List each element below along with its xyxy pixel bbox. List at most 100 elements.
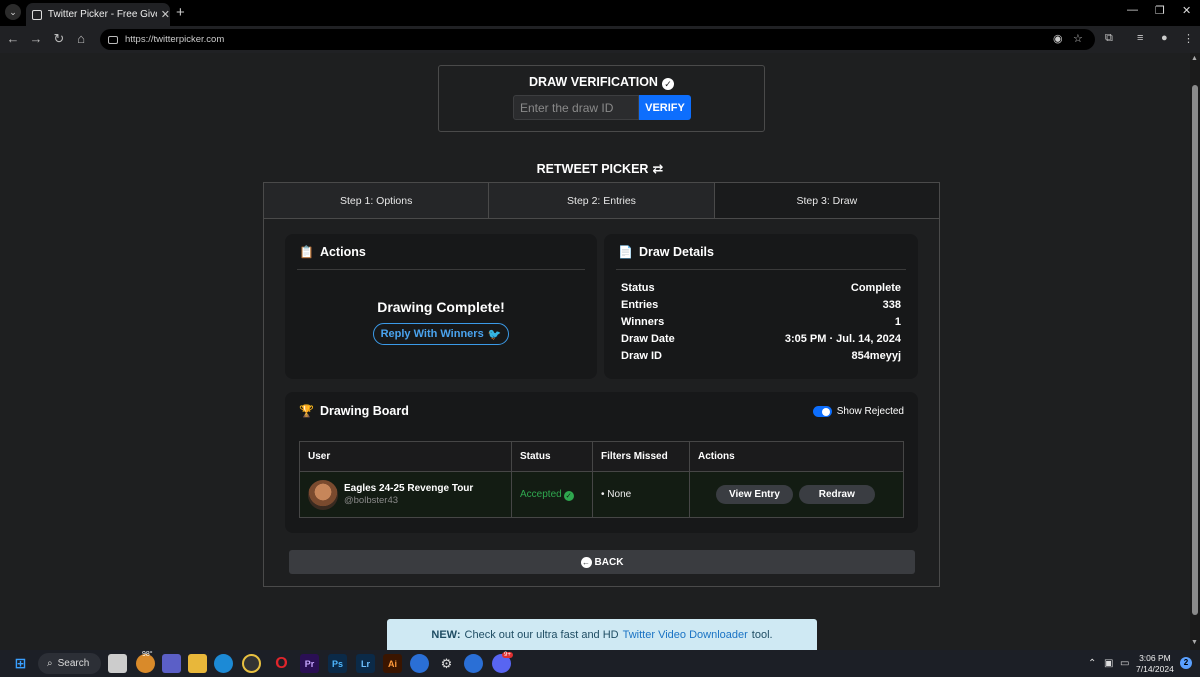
back-label: BACK	[594, 556, 624, 568]
site-info-icon[interactable]	[108, 35, 118, 44]
minimize-icon[interactable]: —	[1127, 4, 1138, 16]
profile-avatar-icon[interactable]: ●	[1161, 32, 1168, 44]
tab-step-entries[interactable]: Step 2: Entries	[489, 183, 715, 218]
actions-card: 📋 Actions Drawing Complete! Reply With W…	[285, 234, 597, 379]
back-button[interactable]: ← BACK	[289, 550, 915, 574]
reading-list-icon[interactable]: ≡	[1137, 32, 1143, 44]
step-tabs: Step 1: Options Step 2: Entries Step 3: …	[264, 183, 939, 219]
view-entry-button[interactable]: View Entry	[716, 485, 793, 504]
draw-verification-panel: DRAW VERIFICATION✓ VERIFY	[438, 65, 765, 132]
lightroom-icon[interactable]: Lr	[356, 654, 375, 673]
extensions-icon[interactable]: ⧉	[1105, 32, 1113, 45]
clock-time: 3:06 PM	[1139, 653, 1171, 663]
tray-icon[interactable]: ▣	[1104, 658, 1113, 669]
photoshop-icon[interactable]: Ps	[328, 654, 347, 673]
table-header-row: User Status Filters Missed Actions	[299, 441, 904, 472]
reply-with-winners-button[interactable]: Reply With Winners 🐦	[373, 323, 509, 345]
tab-search-icon[interactable]: ⌄	[5, 4, 21, 20]
retweet-picker-panel: Step 1: Options Step 2: Entries Step 3: …	[263, 182, 940, 587]
redraw-button[interactable]: Redraw	[798, 485, 875, 504]
draw-details-title-text: Draw Details	[638, 245, 714, 259]
clipboard-list-icon: 📄	[618, 245, 633, 259]
show-rejected-toggle[interactable]	[812, 406, 832, 417]
draw-id-input[interactable]	[513, 95, 639, 120]
app-icon[interactable]	[464, 654, 483, 673]
column-header-user: User	[299, 441, 512, 472]
browser-tab[interactable]: Twitter Picker - Free Giveaway I ✕	[26, 3, 170, 26]
new-tab-icon[interactable]: +	[176, 4, 185, 21]
winner-name: Eagles 24-25 Revenge Tour	[344, 483, 474, 494]
windows-start-icon[interactable]: ⊞	[11, 654, 30, 673]
divider	[616, 269, 906, 270]
detail-value: 854meyyj	[851, 350, 901, 362]
tab-step-draw[interactable]: Step 3: Draw	[714, 183, 939, 218]
file-explorer-icon[interactable]	[188, 654, 207, 673]
clock-date: 7/14/2024	[1136, 664, 1174, 674]
actions-title-text: Actions	[319, 245, 366, 259]
detail-row-draw-id: Draw ID 854meyyj	[621, 350, 901, 366]
premiere-icon[interactable]: Pr	[300, 654, 319, 673]
url-text: https://twitterpicker.com	[125, 34, 225, 45]
tray-chevron-icon[interactable]: ⌃	[1088, 658, 1096, 669]
video-downloader-link[interactable]: Twitter Video Downloader	[623, 629, 748, 641]
tab-close-icon[interactable]: ✕	[161, 8, 170, 21]
home-icon[interactable]: ⌂	[72, 31, 90, 46]
steam-icon[interactable]: ⚙	[437, 654, 456, 673]
check-circle-icon: ✓	[661, 78, 674, 90]
edge-icon[interactable]	[214, 654, 233, 673]
winner-handle[interactable]: @bolbster43	[344, 495, 473, 506]
detail-row-status: Status Complete	[621, 282, 901, 298]
show-rejected-label: Show Rejected	[836, 406, 904, 417]
banner-text-after: tool.	[751, 628, 773, 641]
taskbar-clock[interactable]: 3:06 PM 7/14/2024	[1136, 653, 1174, 675]
restore-icon[interactable]: ❐	[1155, 4, 1165, 17]
page-scrollbar[interactable]: ▲ ▼	[1190, 53, 1200, 650]
tracking-protection-icon[interactable]: ◉	[1053, 32, 1063, 45]
trophy-icon: 🏆	[299, 404, 314, 418]
clipboard-check-icon: 📋	[299, 245, 314, 259]
chrome-icon[interactable]	[242, 654, 261, 673]
twitterpicker-favicon-icon	[32, 9, 42, 20]
filters-missed-cell: • None	[592, 471, 690, 518]
forward-arrow-icon[interactable]: →	[27, 31, 45, 46]
tab-title: Twitter Picker - Free Giveaway I	[47, 9, 157, 20]
status-cell: Accepted ✓	[511, 471, 593, 518]
actions-cell: View Entry Redraw	[689, 471, 904, 518]
opera-icon[interactable]: O	[272, 654, 291, 673]
illustrator-icon[interactable]: Ai	[383, 654, 402, 673]
scroll-up-icon[interactable]: ▲	[1191, 55, 1198, 62]
browser-tabstrip: ⌄ Twitter Picker - Free Giveaway I ✕ + —…	[0, 0, 1200, 26]
discord-badge: 9+	[502, 652, 513, 658]
taskbar-search[interactable]: ⌕ Search	[38, 653, 101, 674]
detail-value: 3:05 PM · Jul. 14, 2024	[784, 333, 901, 345]
verify-button[interactable]: VERIFY	[639, 95, 691, 120]
browser-menu-icon[interactable]: ⋮	[1183, 32, 1194, 45]
notification-badge[interactable]: 2	[1180, 657, 1192, 669]
retweet-picker-label: RETWEET PICKER	[536, 162, 649, 176]
browser-toolbar: ← → ↻ ⌂ https://twitterpicker.com ◉ ☆ ⧉ …	[0, 26, 1200, 53]
column-header-filters-missed: Filters Missed	[592, 441, 690, 472]
scrollbar-thumb[interactable]	[1192, 85, 1198, 615]
bookmark-star-icon[interactable]: ☆	[1073, 32, 1083, 45]
back-arrow-icon[interactable]: ←	[4, 31, 22, 46]
reload-icon[interactable]: ↻	[50, 31, 68, 47]
app-icon[interactable]	[410, 654, 429, 673]
task-view-icon[interactable]	[108, 654, 127, 673]
address-bar[interactable]: https://twitterpicker.com	[100, 29, 1095, 50]
banner-prefix: NEW:	[431, 628, 461, 641]
actions-card-title: 📋 Actions	[299, 245, 366, 259]
window-close-icon[interactable]: ✕	[1182, 4, 1191, 17]
scroll-down-icon[interactable]: ▼	[1191, 639, 1198, 646]
detail-value: Complete	[850, 282, 901, 294]
detail-row-winners: Winners 1	[621, 316, 901, 332]
detail-label: Status	[621, 282, 655, 294]
tab-step-options[interactable]: Step 1: Options	[264, 183, 490, 218]
teams-icon[interactable]	[162, 654, 181, 673]
detail-label: Draw ID	[621, 350, 662, 362]
twitter-bird-icon: 🐦	[487, 328, 502, 341]
avatar[interactable]	[308, 479, 338, 510]
network-icon[interactable]: ▭	[1120, 658, 1129, 669]
divider	[297, 269, 585, 270]
table-row: Eagles 24-25 Revenge Tour @bolbster43 Ac…	[299, 471, 904, 518]
status-badge: Accepted	[520, 488, 562, 500]
